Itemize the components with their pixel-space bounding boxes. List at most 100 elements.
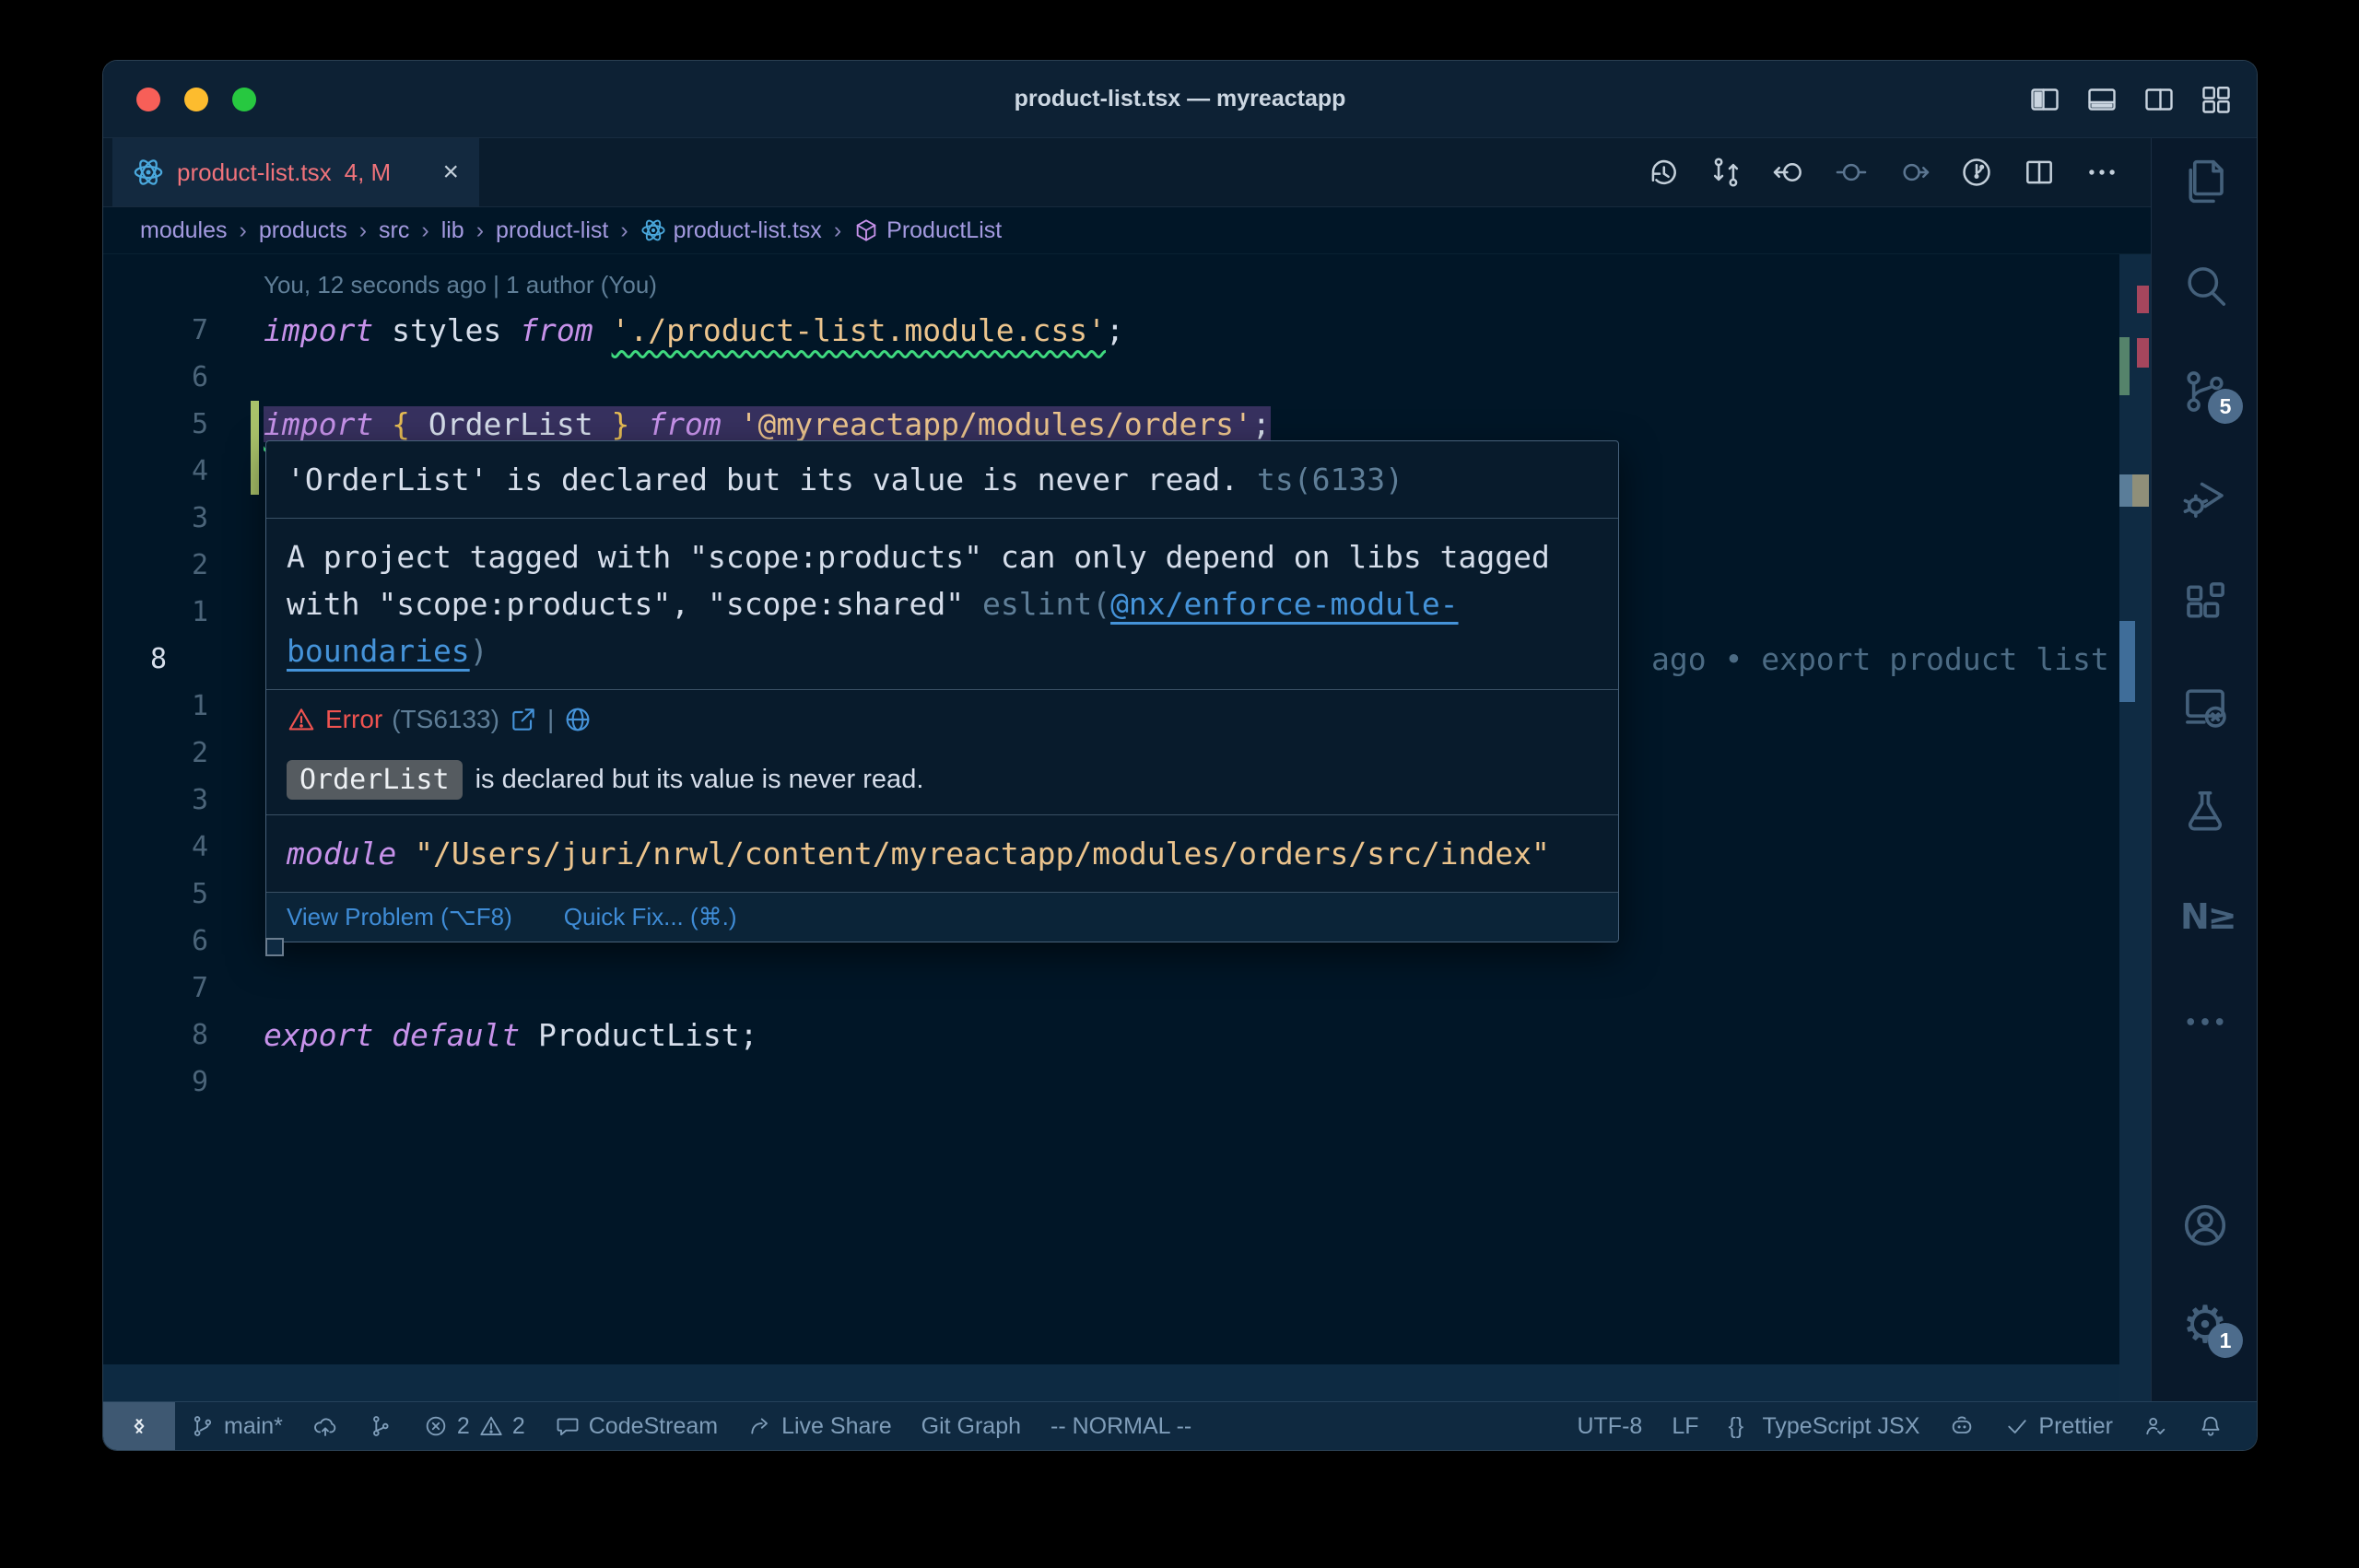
- line-number-gutter: 6: [103, 918, 264, 965]
- status-item-utf-8[interactable]: UTF-8: [1562, 1413, 1657, 1440]
- split-right-icon[interactable]: [2142, 83, 2176, 116]
- line-number: 3: [192, 495, 208, 542]
- run-graph-icon[interactable]: [1959, 155, 1994, 190]
- status-item-commit-graph[interactable]: [353, 1413, 408, 1439]
- line-number-gutter: 2: [103, 730, 264, 777]
- commit-graph-icon: [368, 1413, 393, 1439]
- settings-badge: 1: [2208, 1323, 2243, 1358]
- diagnostic-code: ts(6133): [1238, 462, 1403, 497]
- tooltip-action[interactable]: Quick Fix... (⌘.): [564, 903, 737, 931]
- line-number: 5: [192, 871, 208, 918]
- status-item--normal-[interactable]: -- NORMAL --: [1036, 1413, 1206, 1440]
- breadcrumb-item-product-list-tsx[interactable]: product-list.tsx: [640, 217, 822, 244]
- nx-console-icon: N≥: [2180, 892, 2230, 942]
- status-bar: main* 22CodeStreamLive ShareGit Graph-- N…: [103, 1401, 2257, 1450]
- activity-item-extensions[interactable]: [2180, 577, 2230, 626]
- code-text: You, 12 seconds ago | 1 author (You): [264, 259, 657, 309]
- line-number: 6: [192, 354, 208, 401]
- status-item-git-graph[interactable]: Git Graph: [907, 1413, 1036, 1440]
- module-path: "/Users/juri/nrwl/content/myreactapp/mod…: [415, 836, 1550, 872]
- status-item-feedback[interactable]: [2128, 1413, 2183, 1439]
- breadcrumb: modules›products›src›lib›product-list›pr…: [103, 207, 2151, 254]
- modified-red-decoration: [2137, 286, 2149, 313]
- layout-grid-icon[interactable]: [2200, 83, 2233, 116]
- screenshot-stage: product-list.tsx — myreactapp product-li…: [0, 0, 2359, 1568]
- back-icon[interactable]: [1771, 155, 1806, 190]
- breadcrumb-item-lib[interactable]: lib: [441, 217, 464, 244]
- activity-bar: 5 N≥ ⚙1: [2151, 138, 2258, 1401]
- activity-item-settings[interactable]: ⚙1: [2180, 1301, 2230, 1351]
- activity-item-accounts[interactable]: [2180, 1200, 2230, 1250]
- compare-icon[interactable]: [1708, 155, 1743, 190]
- line-number-gutter: 8: [103, 636, 264, 683]
- code-editor[interactable]: You, 12 seconds ago | 1 author (You)7imp…: [103, 254, 2119, 1401]
- tab-label: product-list.tsx: [177, 158, 332, 187]
- more-h-icon[interactable]: [2084, 155, 2119, 190]
- status-item-2[interactable]: 22: [408, 1413, 540, 1440]
- status-item-typescript-jsx[interactable]: {}TypeScript JSX: [1714, 1413, 1935, 1440]
- search-icon: [2180, 262, 2230, 311]
- breadcrumb-item-modules[interactable]: modules: [140, 217, 228, 244]
- debug-icon: [2180, 472, 2230, 521]
- activity-item-source-control[interactable]: 5: [2180, 367, 2230, 416]
- split-icon[interactable]: [2022, 155, 2057, 190]
- line-number: 2: [192, 542, 208, 589]
- activity-item-search[interactable]: [2180, 262, 2230, 311]
- next-change-icon[interactable]: [1896, 155, 1931, 190]
- breadcrumb-item-product-list[interactable]: product-list: [496, 217, 608, 244]
- breadcrumb-item-products[interactable]: products: [259, 217, 347, 244]
- status-item-main-[interactable]: main*: [175, 1413, 298, 1440]
- severity-label: Error: [325, 705, 382, 734]
- activity-item-more[interactable]: [2180, 997, 2230, 1047]
- tooltip-resize-handle[interactable]: [265, 938, 284, 956]
- rule-source-prefix: eslint(: [982, 586, 1110, 622]
- code-line: 7: [103, 965, 2119, 1012]
- tooltip-action[interactable]: View Problem (⌥F8): [287, 903, 512, 931]
- editor-actions: [1646, 138, 2151, 206]
- code-line: You, 12 seconds ago | 1 author (You): [103, 260, 2119, 307]
- activity-item-testing[interactable]: [2180, 787, 2230, 837]
- status-item-lf[interactable]: LF: [1657, 1413, 1713, 1440]
- selected-code: import { OrderList } from '@myreactapp/m…: [264, 406, 1271, 442]
- status-item-bell[interactable]: [2183, 1413, 2238, 1439]
- tooltip-module-line: module "/Users/juri/nrwl/content/myreact…: [266, 815, 1618, 893]
- status-item-cloud-up[interactable]: [298, 1413, 353, 1439]
- activity-item-debug[interactable]: [2180, 472, 2230, 521]
- warn-icon: [478, 1413, 504, 1439]
- tab-product-list[interactable]: product-list.tsx 4, M ×: [112, 138, 479, 206]
- extensions-icon: [2180, 577, 2230, 626]
- panel-bottom-icon[interactable]: [2085, 83, 2118, 116]
- line-number: 8: [192, 1012, 208, 1059]
- scrollbar-overview-ruler[interactable]: [2119, 254, 2151, 1401]
- git-added-gutter-bar: [251, 401, 259, 495]
- remote-explorer-icon: [2180, 682, 2230, 731]
- prev-change-icon[interactable]: [1834, 155, 1869, 190]
- activity-item-nx-console[interactable]: N≥: [2180, 892, 2230, 942]
- line-number-gutter: 5: [103, 401, 264, 448]
- activity-item-explorer[interactable]: [2180, 157, 2230, 206]
- split-left-icon[interactable]: [2028, 83, 2061, 116]
- globe-icon[interactable]: [563, 705, 593, 734]
- status-item-codestream[interactable]: CodeStream: [540, 1413, 733, 1440]
- diagnostic-message: 'OrderList' is declared but its value is…: [287, 462, 1238, 497]
- close-tab-icon[interactable]: ×: [442, 158, 459, 186]
- status-item-copilot[interactable]: [1934, 1413, 1989, 1439]
- history-icon[interactable]: [1646, 155, 1681, 190]
- line-number-gutter: 4: [103, 824, 264, 871]
- code-line: 6: [103, 354, 2119, 401]
- window-layout-controls: [2028, 83, 2233, 116]
- external-link-icon[interactable]: [509, 705, 538, 734]
- explorer-icon: [2180, 157, 2230, 206]
- line-number-gutter: 6: [103, 354, 264, 401]
- code-line: 7import styles from './product-list.modu…: [103, 307, 2119, 354]
- modified-red-decoration: [2137, 338, 2149, 368]
- status-item-prettier[interactable]: Prettier: [1989, 1413, 2128, 1440]
- error-hover-tooltip: 'OrderList' is declared but its value is…: [265, 440, 1619, 942]
- breadcrumb-item-productlist[interactable]: ProductList: [853, 217, 1002, 244]
- status-item-live-share[interactable]: Live Share: [733, 1413, 907, 1440]
- module-keyword: module: [287, 836, 396, 872]
- activity-item-remote-explorer[interactable]: [2180, 682, 2230, 731]
- breadcrumb-separator: ›: [421, 217, 428, 244]
- breadcrumb-item-src[interactable]: src: [379, 217, 409, 244]
- remote-indicator[interactable]: [103, 1402, 175, 1450]
